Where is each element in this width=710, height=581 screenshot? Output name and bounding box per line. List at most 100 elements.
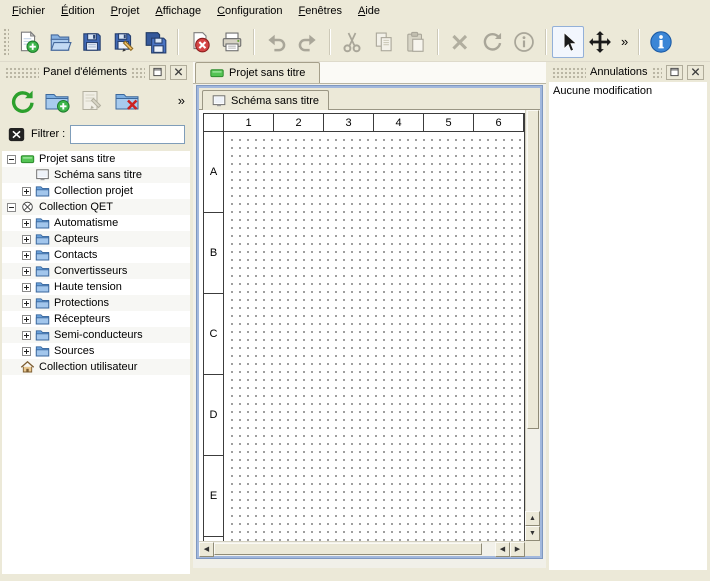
schema-subwindow: Schéma sans titre 123456 ABCDE [197, 86, 542, 558]
info-icon [512, 30, 536, 54]
collapse-expander-icon[interactable] [7, 203, 16, 212]
tab-project[interactable]: Projet sans titre [195, 62, 320, 83]
undo-button[interactable] [260, 26, 292, 58]
tree-item-collection-qet[interactable]: Collection QET [2, 199, 190, 215]
dot-grid[interactable] [225, 133, 525, 541]
tree-item-label: Projet sans titre [39, 153, 119, 165]
scroll-down-button[interactable]: ▼ [525, 526, 540, 541]
expand-expander-icon[interactable] [22, 267, 31, 276]
select-mode-button[interactable] [552, 26, 584, 58]
close-panel-button[interactable] [170, 65, 187, 80]
elements-panel: Panel d'éléments » Filtrer : Projet sans… [2, 62, 190, 574]
tree-item-haute-tension[interactable]: Haute tension [2, 279, 190, 295]
menu-fichier[interactable]: Fichier [4, 1, 53, 21]
tree-item-collection-projet[interactable]: Collection projet [2, 183, 190, 199]
column-header: 2 [274, 114, 324, 132]
paste-button[interactable] [400, 26, 432, 58]
open-document-button[interactable] [44, 26, 76, 58]
toolbar-separator [545, 29, 547, 55]
new-element-button[interactable] [41, 85, 73, 117]
tree-item-automatisme[interactable]: Automatisme [2, 215, 190, 231]
expand-expander-icon[interactable] [22, 235, 31, 244]
expand-expander-icon[interactable] [22, 331, 31, 340]
save-all-button[interactable] [140, 26, 172, 58]
about-button[interactable] [645, 26, 677, 58]
tab-project-label: Projet sans titre [229, 67, 305, 79]
tab-schema[interactable]: Schéma sans titre [202, 90, 329, 110]
close-panel-button[interactable] [687, 65, 704, 80]
tree-item-label: Collection QET [39, 201, 117, 213]
edit-element-icon [79, 88, 105, 114]
redo-button[interactable] [292, 26, 324, 58]
tree-item-label: Haute tension [54, 281, 126, 293]
toolbar-drag-handle[interactable] [3, 28, 9, 56]
tree-item-convertisseurs[interactable]: Convertisseurs [2, 263, 190, 279]
menu-projet[interactable]: Projet [103, 1, 148, 21]
schema-canvas[interactable]: 123456 ABCDE [199, 110, 525, 541]
expand-expander-icon[interactable] [22, 283, 31, 292]
menu-affichage[interactable]: Affichage [147, 1, 209, 21]
cut-button[interactable] [336, 26, 368, 58]
horizontal-scrollbar[interactable]: ◀ ◀ ▶ [199, 541, 525, 556]
menu-aide[interactable]: Aide [350, 1, 388, 21]
info-button[interactable] [508, 26, 540, 58]
float-icon [669, 67, 680, 77]
tree-item-semi-conducteurs[interactable]: Semi-conducteurs [2, 327, 190, 343]
clear-filter-button[interactable] [7, 126, 26, 142]
tree-item-sources[interactable]: Sources [2, 343, 190, 359]
tree-item-collection-utilisateur[interactable]: Collection utilisateur [2, 359, 190, 375]
move-mode-button[interactable] [584, 26, 616, 58]
tree-item-protections[interactable]: Protections [2, 295, 190, 311]
expand-expander-icon[interactable] [22, 299, 31, 308]
copy-button[interactable] [368, 26, 400, 58]
tree-item-projet-sans-titre[interactable]: Projet sans titre [2, 151, 190, 167]
save-button[interactable] [76, 26, 108, 58]
dock-drag-handle[interactable] [131, 67, 145, 78]
elements-panel-titlebar: Panel d'éléments [2, 62, 190, 82]
dock-drag-handle[interactable] [552, 67, 586, 78]
scroll-left-button-2[interactable]: ◀ [495, 542, 510, 557]
dock-drag-handle[interactable] [5, 67, 39, 78]
edit-element-button[interactable] [76, 85, 108, 117]
rotate-button[interactable] [476, 26, 508, 58]
save-as-button[interactable] [108, 26, 140, 58]
horizontal-scrollbar-thumb[interactable] [214, 543, 482, 555]
menubar: FichierÉditionProjetAffichageConfigurati… [0, 0, 710, 22]
tree-item-capteurs[interactable]: Capteurs [2, 231, 190, 247]
delete-element-button[interactable] [111, 85, 143, 117]
new-document-button[interactable] [12, 26, 44, 58]
reload-collections-button[interactable] [6, 85, 38, 117]
float-panel-button[interactable] [149, 65, 166, 80]
scroll-up-button[interactable]: ▲ [525, 511, 540, 526]
redo-icon [296, 30, 320, 54]
filter-input[interactable] [70, 125, 185, 144]
dock-drag-handle[interactable] [652, 67, 663, 78]
vertical-scrollbar[interactable]: ▲ ▼ [525, 110, 540, 541]
delete-button[interactable] [444, 26, 476, 58]
expand-expander-icon[interactable] [22, 219, 31, 228]
folder-icon [35, 345, 50, 357]
expand-expander-icon[interactable] [22, 347, 31, 356]
folder-icon [35, 281, 50, 293]
menu-edition[interactable]: Édition [53, 1, 103, 21]
float-panel-button[interactable] [666, 65, 683, 80]
tree-item-label: Automatisme [54, 217, 122, 229]
folder-icon [35, 233, 50, 245]
collapse-expander-icon[interactable] [7, 155, 16, 164]
toolbar-overflow-button[interactable]: » [616, 34, 633, 49]
expand-expander-icon[interactable] [22, 251, 31, 260]
elements-toolbar-overflow-button[interactable]: » [178, 93, 185, 108]
menu-configuration[interactable]: Configuration [209, 1, 290, 21]
tree-item-recepteurs[interactable]: Récepteurs [2, 311, 190, 327]
expand-expander-icon[interactable] [22, 187, 31, 196]
menu-fenetres[interactable]: Fenêtres [291, 1, 350, 21]
vertical-scrollbar-thumb[interactable] [527, 110, 539, 429]
scroll-right-button[interactable]: ▶ [510, 542, 525, 557]
print-button[interactable] [216, 26, 248, 58]
scroll-left-button[interactable]: ◀ [199, 542, 214, 557]
close-document-button[interactable] [184, 26, 216, 58]
tree-item-schema-sans-titre[interactable]: Schéma sans titre [2, 167, 190, 183]
expand-expander-icon[interactable] [22, 315, 31, 324]
tree-item-contacts[interactable]: Contacts [2, 247, 190, 263]
folder-icon [35, 329, 50, 341]
